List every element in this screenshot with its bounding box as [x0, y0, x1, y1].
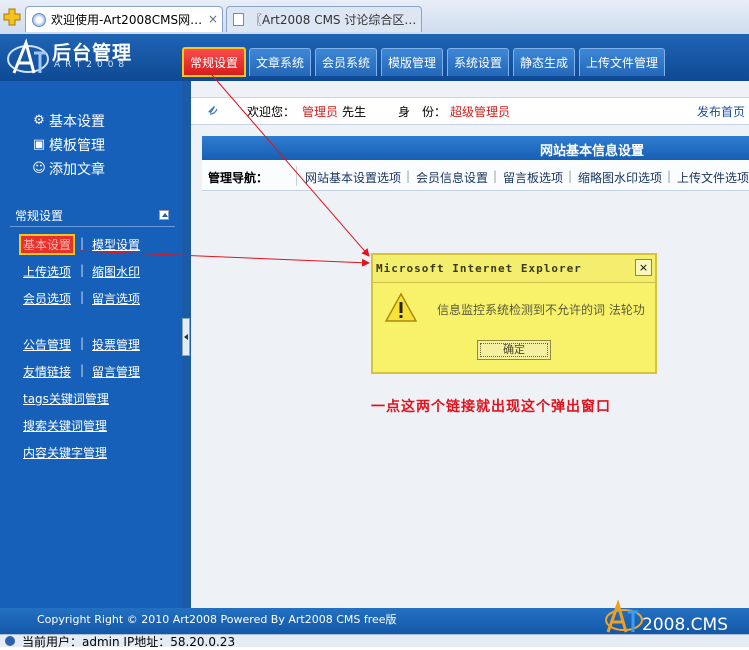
role-label: 身 份： [398, 105, 447, 119]
sidebar-link-announcement[interactable]: 公告管理 [23, 336, 71, 353]
sidebar-link-vote-manage[interactable]: 投票管理 [92, 336, 140, 353]
link-separator: | [406, 169, 411, 183]
link-separator: | [80, 363, 85, 377]
sidebar-toggle-handle[interactable] [182, 318, 190, 356]
footer-logo-text: 2008.CMS [642, 615, 728, 634]
nav-tab-general-settings[interactable]: 常规设置 [182, 47, 246, 77]
sidebar-top-label: 添加文章 [49, 162, 105, 178]
art2008-cms-logo: 2008.CMS [605, 600, 728, 634]
dialog-close-icon[interactable]: × [635, 259, 652, 276]
subnav-link-message-board[interactable]: 留言板选项 [503, 169, 563, 186]
sidebar-divider [10, 226, 175, 227]
subnav-link-thumbnail-watermark[interactable]: 缩略图水印选项 [578, 169, 662, 186]
browser-tab-inactive[interactable]: 〖Art2008 CMS 讨论综合区… [226, 6, 422, 32]
nav-tab-static-generate[interactable]: 静态生成 [513, 48, 575, 76]
close-tab-icon[interactable]: × [208, 12, 218, 26]
sidebar-top-add-article[interactable]: ☺ 添加文章 [32, 159, 105, 179]
link-separator: | [80, 336, 85, 350]
nav-tab-template-manage[interactable]: 模版管理 [381, 48, 443, 76]
link-separator: | [493, 169, 498, 183]
link-separator: | [80, 290, 85, 304]
speaker-icon [208, 106, 218, 115]
logo-subtitle: ART2008 [54, 60, 130, 70]
sidebar-top-label: 模板管理 [49, 138, 105, 154]
browser-tab-label: 欢迎使用-Art2008CMS网… [51, 13, 203, 27]
subnav-link-site-basic[interactable]: 网站基本设置选项 [305, 169, 401, 186]
dialog-title: Microsoft Internet Explorer [376, 262, 582, 275]
sidebar-link-member-options[interactable]: 会员选项 [23, 290, 71, 307]
sidebar-link-friend-links[interactable]: 友情链接 [23, 363, 71, 380]
link-separator: | [568, 169, 573, 183]
sidebar-top-basic-settings[interactable]: ⚙ 基本设置 [32, 111, 105, 131]
document-icon [233, 13, 244, 26]
panel-title: 网站基本信息设置 [540, 144, 645, 159]
warning-icon [385, 292, 417, 322]
art-logo-icon [7, 38, 49, 74]
subnav-link-member-info[interactable]: 会员信息设置 [416, 169, 488, 186]
sidebar-section-title: 常规设置 [15, 209, 64, 223]
sidebar-link-tags-keywords[interactable]: tags关键词管理 [23, 390, 109, 407]
gear-icon: ⚙ [33, 113, 45, 128]
new-tab-plus-icon[interactable] [3, 8, 21, 26]
browser-tab-active[interactable]: 欢迎使用-Art2008CMS网… × [25, 6, 223, 32]
browser-tab-label: 〖Art2008 CMS 讨论综合区… [250, 13, 417, 27]
sidebar-link-search-keywords[interactable]: 搜索关键词管理 [23, 417, 107, 434]
sidebar-link-basic-settings[interactable]: 基本设置 [19, 234, 76, 255]
panel-header [202, 136, 749, 160]
link-separator: | [80, 263, 85, 277]
sidebar-link-content-keywords[interactable]: 内容关键字管理 [23, 444, 107, 461]
publish-home-link[interactable]: 发布首页 [697, 103, 745, 120]
collapse-icon[interactable] [159, 210, 169, 220]
sidebar-top-label: 基本设置 [49, 114, 105, 130]
sidebar-link-message-manage[interactable]: 留言管理 [92, 363, 140, 380]
nav-tab-member-system[interactable]: 会员系统 [315, 48, 377, 76]
add-user-icon: ☺ [32, 161, 46, 176]
link-separator: | [80, 236, 85, 250]
dialog-ok-button[interactable]: 确定 [477, 340, 551, 360]
welcome-label: 欢迎您： [247, 105, 296, 119]
ie-page-icon [32, 12, 46, 27]
subnav-link-upload-files[interactable]: 上传文件选项 [677, 169, 749, 186]
dialog-message: 信息监控系统检测到不允许的词 法轮功 [437, 303, 645, 317]
nav-tab-article-system[interactable]: 文章系统 [249, 48, 311, 76]
nav-tab-system-settings[interactable]: 系统设置 [447, 48, 509, 76]
nav-tab-upload-files[interactable]: 上传文件管理 [579, 48, 665, 76]
sidebar-link-model-settings[interactable]: 模型设置 [92, 236, 140, 253]
annotation-text: 一点这两个链接就出现这个弹出窗口 [371, 399, 611, 415]
welcome-suffix: 先生 [342, 105, 367, 119]
status-text: 当前用户：admin IP地址：58.20.0.23 [22, 635, 236, 649]
welcome-user: 管理员 [302, 105, 339, 119]
sidebar-link-upload-options[interactable]: 上传选项 [23, 263, 71, 280]
sidebar-top-template-manage[interactable]: ▣ 模板管理 [32, 135, 105, 155]
role-value: 超级管理员 [450, 105, 511, 119]
link-separator: | [667, 169, 672, 183]
sidebar-link-message-options[interactable]: 留言选项 [92, 290, 140, 307]
sidebar-link-thumbnail-watermark[interactable]: 缩图水印 [92, 263, 140, 280]
copyright-text: Copyright Right © 2010 Art2008 Powered B… [37, 613, 397, 626]
template-icon: ▣ [32, 137, 46, 152]
management-nav-label: 管理导航： [208, 171, 269, 185]
status-globe-icon [5, 636, 15, 646]
nav-divider [296, 166, 297, 186]
